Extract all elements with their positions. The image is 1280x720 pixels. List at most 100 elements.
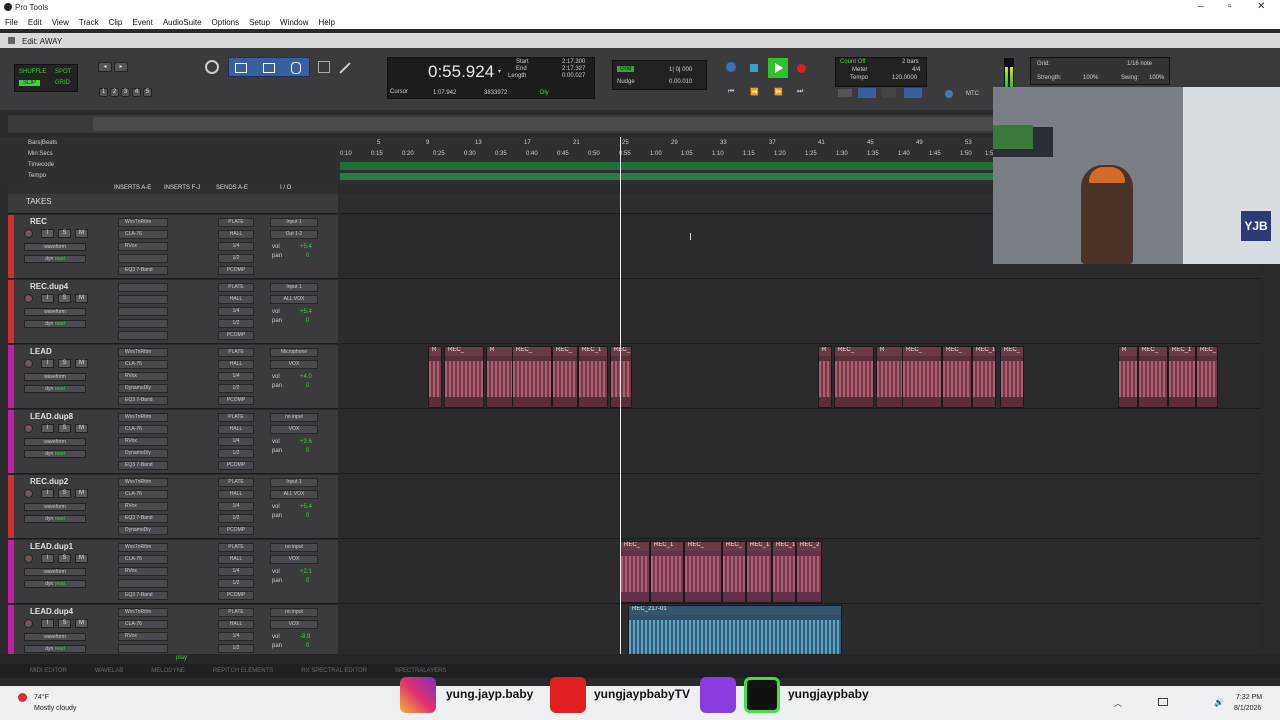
solo-button[interactable]: S [58, 229, 71, 238]
vol-value[interactable]: +5.4 [300, 504, 312, 510]
insert-slot[interactable]: EQ3 7-Band [118, 396, 168, 405]
tab-spectralayers[interactable]: SPECTRALAYERS [395, 668, 447, 674]
track-name[interactable]: LEAD.dup1 [30, 542, 73, 551]
bars-ruler[interactable]: 5 9 13 17 21 25 29 33 37 41 45 49 53 [340, 140, 995, 149]
sends-header[interactable]: SENDS A-E [216, 185, 248, 191]
audio-clip[interactable]: REC_1 [746, 541, 772, 603]
record-button[interactable] [797, 64, 806, 73]
fast-forward-icon[interactable]: ⏩ [774, 88, 783, 96]
output-selector[interactable]: Out 1-2 [270, 230, 318, 239]
tab-melodyne[interactable]: MELODYNE [151, 668, 185, 674]
send-slot[interactable]: PLATE [218, 413, 254, 422]
inserts-ae-header[interactable]: INSERTS A-E [114, 185, 151, 191]
insert-slot[interactable]: EQ3 7-Band [118, 266, 168, 275]
send-slot[interactable]: PCOMP [218, 461, 254, 470]
mute-button[interactable]: M [75, 489, 88, 498]
insert-slot[interactable]: DynamoDly [118, 384, 168, 393]
insert-slot[interactable] [118, 319, 168, 328]
track-lane[interactable] [340, 475, 1260, 539]
send-slot[interactable]: 1/2 [218, 254, 254, 263]
swing-value[interactable]: 100% [1149, 75, 1164, 81]
track-rec-dup2[interactable]: REC.dup2 ● I S Mwaveform dyn read WvsTnRtIm CLA… [8, 475, 338, 539]
insert-slot[interactable]: RVox [118, 437, 168, 446]
track-lead-dup4[interactable]: LEAD.dup4 ● I S Mwaveform dyn read WvsTnRtIm CL… [8, 605, 338, 665]
automation-mode[interactable]: dyn read [24, 580, 86, 588]
audio-clip[interactable]: REC_ [620, 541, 650, 603]
weather-text[interactable]: Mostly cloudy [34, 705, 76, 712]
dly-label[interactable]: Dly [540, 90, 549, 96]
record-enable-button[interactable]: ● [24, 424, 33, 433]
online-button[interactable] [726, 62, 736, 72]
insert-slot[interactable]: WvsTnRtIm [118, 218, 168, 227]
link-icon[interactable] [945, 90, 953, 98]
send-slot[interactable]: 1/4 [218, 242, 254, 251]
input-monitor-button[interactable]: I [41, 294, 54, 303]
vol-value[interactable]: -8.9 [300, 634, 310, 640]
universe-view[interactable] [8, 115, 993, 133]
output-selector[interactable]: VOX [270, 425, 318, 434]
automation-mode[interactable]: dyn read [24, 385, 86, 393]
length-value[interactable]: 0:00.027 [562, 73, 585, 79]
zoom-preset-5[interactable]: 5 [143, 88, 152, 97]
menu-event[interactable]: Event [132, 18, 152, 27]
audio-clip[interactable]: REC_ [722, 541, 746, 603]
grid-right-value[interactable]: 1/16 note [1127, 61, 1152, 67]
insert-slot[interactable]: CLA-76 [118, 360, 168, 369]
send-slot[interactable]: PCOMP [218, 591, 254, 600]
track-rec[interactable]: REC ● I S Mwaveform dyn read WvsTnRtIm CLA-76 RV… [8, 215, 338, 279]
pan-value[interactable]: 0 [306, 643, 309, 649]
pan-value[interactable]: 0 [306, 383, 309, 389]
close-button[interactable]: ✕ [1257, 1, 1265, 12]
input-monitor-button[interactable]: I [41, 619, 54, 628]
pan-value[interactable]: 0 [306, 318, 309, 324]
track-name[interactable]: LEAD.dup4 [30, 607, 73, 616]
send-slot[interactable]: HALL [218, 620, 254, 629]
audio-clip[interactable]: REC_ [834, 346, 874, 408]
track-view-selector[interactable]: waveform [24, 568, 86, 576]
output-selector[interactable]: VOX [270, 620, 318, 629]
send-slot[interactable]: PLATE [218, 348, 254, 357]
send-slot[interactable]: 1/4 [218, 632, 254, 641]
send-slot[interactable]: PCOMP [218, 526, 254, 535]
tray-chevron-icon[interactable]: ︿ [1114, 698, 1122, 709]
strength-value[interactable]: 100% [1083, 75, 1098, 81]
insert-slot[interactable]: EQ3 7-Band [118, 591, 168, 600]
automation-mode[interactable]: dyn read [24, 450, 86, 458]
tab-midi-editor[interactable]: MIDI EDITOR [30, 668, 67, 674]
insert-slot[interactable] [118, 295, 168, 304]
track-name[interactable]: REC.dup2 [30, 477, 68, 486]
main-counter-dropdown-icon[interactable]: ▾ [498, 68, 501, 75]
insert-slot[interactable]: CLA-76 [118, 490, 168, 499]
audio-clip[interactable]: REC_1 [972, 346, 996, 408]
rewind-icon[interactable]: ⏪ [750, 88, 759, 96]
inserts-fj-header[interactable]: INSERTS F-J [164, 185, 200, 191]
insert-slot[interactable]: DynamoDly [118, 449, 168, 458]
menu-setup[interactable]: Setup [249, 18, 270, 27]
track-lead[interactable]: LEAD ● I S Mwaveform dyn read WvsTnRtIm CLA-76 R… [8, 345, 338, 409]
send-slot[interactable]: HALL [218, 360, 254, 369]
audio-clip[interactable]: REC_ [1000, 346, 1024, 408]
track-view-selector[interactable]: waveform [24, 243, 86, 251]
audio-clip[interactable]: REC_1 [1168, 346, 1196, 408]
send-slot[interactable]: 1/4 [218, 437, 254, 446]
mute-button[interactable]: M [75, 554, 88, 563]
insert-slot[interactable]: RVox [118, 567, 168, 576]
send-slot[interactable]: PLATE [218, 478, 254, 487]
insert-slot[interactable]: EQ3 7-Band [118, 461, 168, 470]
tab-repitch[interactable]: REPITCH ELEMENTS [213, 668, 273, 674]
insert-slot[interactable]: EQ3 7-Band [118, 514, 168, 523]
track-lead-dup8[interactable]: LEAD.dup8 ● I S Mwaveform dyn read WvsTnRtIm CL… [8, 410, 338, 474]
input-monitor-button[interactable]: I [41, 554, 54, 563]
input-monitor-button[interactable]: I [41, 229, 54, 238]
main-counter[interactable]: 0:55.924 [428, 62, 494, 82]
audio-clip[interactable]: R [1118, 346, 1138, 408]
insert-slot[interactable] [118, 254, 168, 263]
send-slot[interactable]: 1/2 [218, 579, 254, 588]
audio-clip[interactable]: REC_ [1196, 346, 1218, 408]
menu-clip[interactable]: Clip [109, 18, 123, 27]
output-selector[interactable]: VOX [270, 360, 318, 369]
midi-merge-icon[interactable] [838, 89, 852, 97]
go-to-end-icon[interactable]: ⏭ [797, 88, 803, 96]
record-enable-button[interactable]: ● [24, 294, 33, 303]
pan-value[interactable]: 0 [306, 448, 309, 454]
